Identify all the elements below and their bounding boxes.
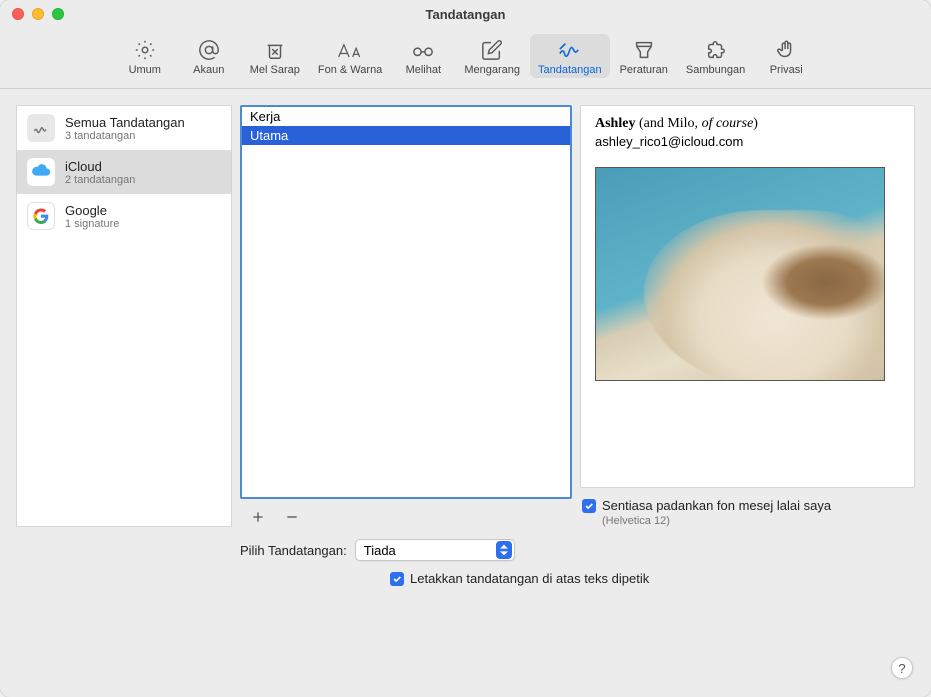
tab-rules[interactable]: Peraturan: [612, 34, 676, 78]
compose-icon: [481, 38, 503, 62]
account-text: Semua Tandatangan 3 tandatangan: [65, 115, 185, 142]
choose-signature-label: Pilih Tandatangan:: [240, 543, 347, 558]
panels: Semua Tandatangan 3 tandatangan iCloud 2…: [16, 105, 915, 527]
zoom-button[interactable]: [52, 8, 64, 20]
trash-icon: [264, 38, 286, 62]
icloud-icon: [27, 158, 55, 186]
place-above-label: Letakkan tandatangan di atas teks dipeti…: [410, 571, 649, 586]
glasses-icon: [410, 38, 436, 62]
tab-label: Privasi: [770, 64, 803, 76]
close-button[interactable]: [12, 8, 24, 20]
match-font-sub: (Helvetica 12): [602, 515, 831, 527]
tab-label: Umum: [129, 64, 161, 76]
tab-label: Peraturan: [620, 64, 668, 76]
tab-composing[interactable]: Mengarang: [456, 34, 528, 78]
account-icloud[interactable]: iCloud 2 tandatangan: [17, 150, 231, 194]
signature-line-name: Ashley (and Milo, of course): [595, 116, 900, 132]
account-name: iCloud: [65, 159, 135, 174]
dog-photo: [644, 210, 885, 381]
titlebar: Tandatangan: [0, 0, 931, 28]
choose-signature-row: Pilih Tandatangan: Tiada: [240, 539, 915, 561]
window-title: Tandatangan: [0, 7, 931, 22]
preferences-toolbar: Umum Akaun Mel Sarap Fon & Warna Melihat: [0, 28, 931, 89]
signature-name-end: ): [753, 116, 758, 131]
rules-icon: [633, 38, 655, 62]
google-icon: [27, 202, 55, 230]
hand-icon: [775, 38, 797, 62]
account-all-signatures[interactable]: Semua Tandatangan 3 tandatangan: [17, 106, 231, 150]
at-icon: [198, 38, 220, 62]
match-font-row: Sentiasa padankan fon mesej lalai saya (…: [580, 488, 915, 527]
tab-fonts[interactable]: Fon & Warna: [310, 34, 390, 78]
gear-icon: [134, 38, 156, 62]
add-signature-button[interactable]: [248, 507, 268, 527]
signature-image: [595, 167, 885, 381]
signature-name-italic: of course: [702, 116, 754, 131]
place-above-checkbox[interactable]: [390, 572, 404, 586]
window-controls: [12, 8, 64, 20]
tab-label: Fon & Warna: [318, 64, 382, 76]
select-stepper-icon: [496, 541, 512, 559]
preferences-window: Tandatangan Umum Akaun Mel Sarap Fon & W…: [0, 0, 931, 697]
bottom-controls: Pilih Tandatangan: Tiada Letakkan tandat…: [16, 539, 915, 586]
signature-item[interactable]: Kerja: [242, 107, 570, 126]
signatures-list[interactable]: Kerja Utama: [240, 105, 572, 499]
signature-badge-icon: [27, 114, 55, 142]
accounts-list: Semua Tandatangan 3 tandatangan iCloud 2…: [16, 105, 232, 527]
tab-general[interactable]: Umum: [114, 34, 176, 78]
tab-label: Sambungan: [686, 64, 745, 76]
tab-label: Akaun: [193, 64, 224, 76]
signature-icon: [557, 38, 583, 62]
match-font-label: Sentiasa padankan fon mesej lalai saya: [602, 498, 831, 513]
signature-name-bold: Ashley: [595, 116, 635, 131]
tab-accounts[interactable]: Akaun: [178, 34, 240, 78]
tab-viewing[interactable]: Melihat: [392, 34, 454, 78]
tab-label: Tandatangan: [538, 64, 602, 76]
signature-item[interactable]: Utama: [242, 126, 570, 145]
tab-signatures[interactable]: Tandatangan: [530, 34, 610, 78]
signatures-column: Kerja Utama: [240, 105, 572, 527]
match-font-checkbox[interactable]: [582, 499, 596, 513]
signature-name-rest: (and Milo,: [635, 116, 701, 131]
account-text: iCloud 2 tandatangan: [65, 159, 135, 186]
account-name: Semua Tandatangan: [65, 115, 185, 130]
tab-privacy[interactable]: Privasi: [755, 34, 817, 78]
tab-junk[interactable]: Mel Sarap: [242, 34, 308, 78]
account-google[interactable]: Google 1 signature: [17, 194, 231, 238]
add-remove-buttons: [240, 499, 572, 527]
content-area: Semua Tandatangan 3 tandatangan iCloud 2…: [0, 89, 931, 697]
remove-signature-button[interactable]: [282, 507, 302, 527]
tab-label: Mel Sarap: [250, 64, 300, 76]
tab-label: Melihat: [406, 64, 441, 76]
select-value: Tiada: [364, 543, 396, 558]
tab-extensions[interactable]: Sambungan: [678, 34, 753, 78]
account-name: Google: [65, 203, 119, 218]
signature-preview[interactable]: Ashley (and Milo, of course) ashley_rico…: [580, 105, 915, 488]
signature-email: ashley_rico1@icloud.com: [595, 134, 900, 149]
account-sub: 1 signature: [65, 218, 119, 230]
help-button[interactable]: ?: [891, 657, 913, 679]
place-above-row: Letakkan tandatangan di atas teks dipeti…: [390, 571, 915, 586]
account-sub: 2 tandatangan: [65, 174, 135, 186]
font-icon: [336, 38, 364, 62]
tab-label: Mengarang: [464, 64, 520, 76]
account-text: Google 1 signature: [65, 203, 119, 230]
choose-signature-select[interactable]: Tiada: [355, 539, 515, 561]
preview-column: Ashley (and Milo, of course) ashley_rico…: [580, 105, 915, 527]
minimize-button[interactable]: [32, 8, 44, 20]
account-sub: 3 tandatangan: [65, 130, 185, 142]
puzzle-icon: [705, 38, 727, 62]
